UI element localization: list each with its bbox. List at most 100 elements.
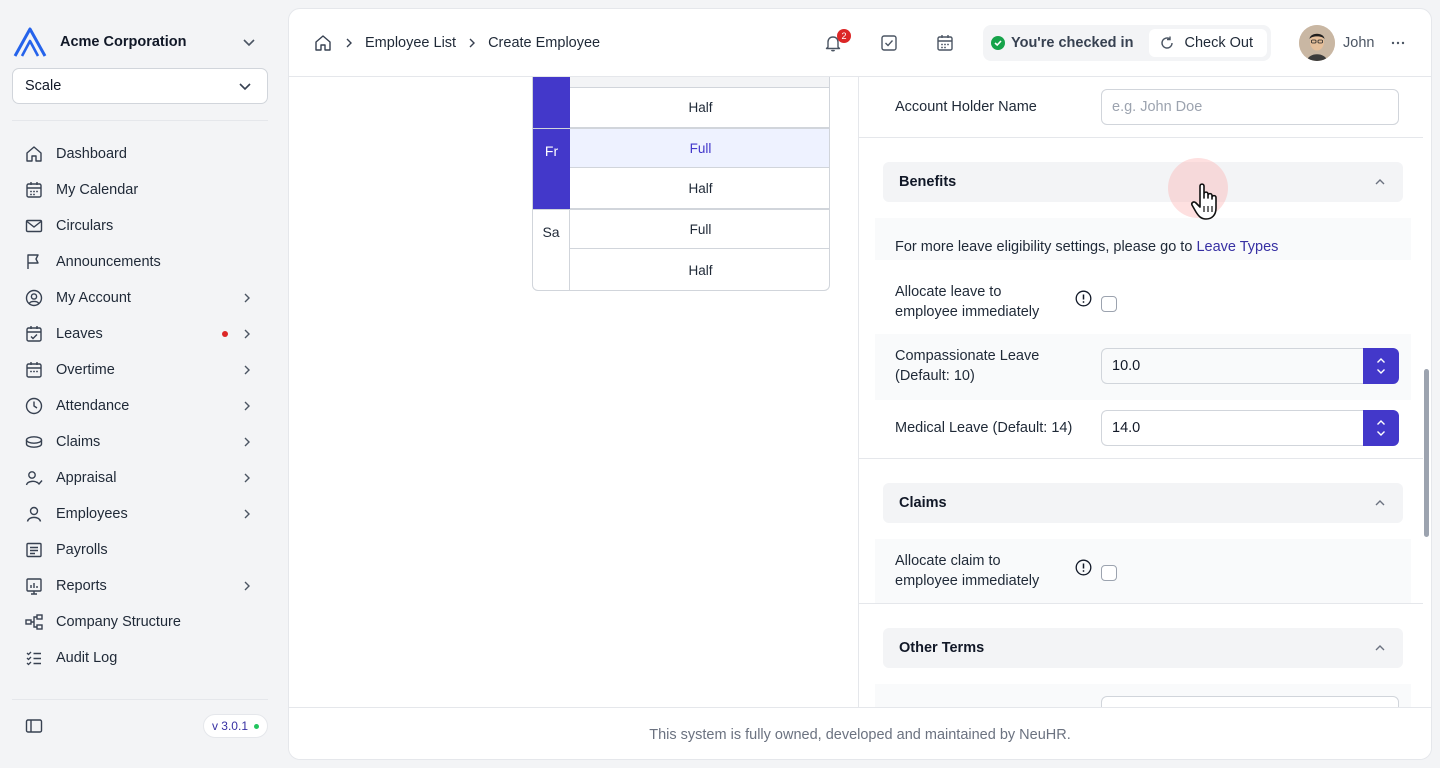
sidebar-item-label: Claims xyxy=(56,434,101,450)
schedule-slot[interactable]: Half xyxy=(570,169,829,209)
work-schedule-table: Half Fr Full Half Sa Full Half xyxy=(532,77,830,291)
leave-types-link[interactable]: Leave Types xyxy=(1196,239,1278,255)
compassionate-leave-stepper[interactable]: 10.0 xyxy=(1101,348,1399,384)
sidebar-item-dashboard[interactable]: Dashboard xyxy=(12,136,268,172)
divider xyxy=(859,137,1423,138)
sidebar-footer: v 3.0.1 xyxy=(12,708,268,744)
sidebar-item-employees[interactable]: Employees xyxy=(12,496,268,532)
schedule-slot[interactable]: Half xyxy=(570,250,829,290)
allocate-claim-checkbox[interactable] xyxy=(1101,565,1117,581)
version-label: v 3.0.1 xyxy=(211,719,248,733)
slot-label: Half xyxy=(688,100,713,115)
sidebar-divider xyxy=(12,120,268,121)
sidebar-item-payrolls[interactable]: Payrolls xyxy=(12,532,268,568)
chevron-down-icon[interactable] xyxy=(1376,430,1386,437)
user-icon xyxy=(26,506,42,522)
notification-dot xyxy=(222,331,228,337)
info-icon[interactable] xyxy=(1075,290,1092,307)
sidebar-item-appraisal[interactable]: Appraisal xyxy=(12,460,268,496)
account-holder-input[interactable] xyxy=(1101,89,1399,125)
chevron-right-icon xyxy=(244,329,250,339)
sidebar-item-label: Appraisal xyxy=(56,470,117,486)
confidentiality-notes-input[interactable] xyxy=(1101,696,1399,707)
hand-cursor-icon xyxy=(1190,183,1217,220)
more-horizontal-icon[interactable] xyxy=(1388,35,1408,51)
home-icon[interactable] xyxy=(313,33,333,53)
sidebar-item-my-calendar[interactable]: My Calendar xyxy=(12,172,268,208)
section-title: Claims xyxy=(899,495,947,511)
scale-select[interactable]: Scale xyxy=(12,68,268,104)
calendar-icon xyxy=(26,362,42,378)
sidebar-item-overtime[interactable]: Overtime xyxy=(12,352,268,388)
medical-leave-stepper[interactable]: 14.0 xyxy=(1101,410,1399,446)
sidebar-nav: Dashboard My Calendar Circulars Announce… xyxy=(12,136,268,676)
sidebar-item-leaves[interactable]: Leaves xyxy=(12,316,268,352)
sidebar-item-company-structure[interactable]: Company Structure xyxy=(12,604,268,640)
scrollbar[interactable] xyxy=(1424,369,1429,537)
calendar-icon[interactable] xyxy=(935,33,955,53)
sidebar-item-attendance[interactable]: Attendance xyxy=(12,388,268,424)
sidebar-item-announcements[interactable]: Announcements xyxy=(12,244,268,280)
chevron-right-icon xyxy=(346,38,352,48)
sidebar-item-label: Audit Log xyxy=(56,650,118,666)
sidebar: Acme Corporation Scale Dashboard My Cale… xyxy=(0,0,280,768)
check-out-button[interactable]: Check Out xyxy=(1148,29,1267,57)
compassionate-leave-value[interactable]: 10.0 xyxy=(1101,348,1363,384)
medical-leave-value[interactable]: 14.0 xyxy=(1101,410,1363,446)
sidebar-item-label: My Calendar xyxy=(56,182,139,198)
chevron-right-icon xyxy=(244,365,250,375)
sidebar-item-audit-log[interactable]: Audit Log xyxy=(12,640,268,676)
stepper-buttons[interactable] xyxy=(1363,410,1399,446)
chevron-down-icon[interactable] xyxy=(1376,368,1386,375)
claims-section-header[interactable]: Claims xyxy=(883,483,1403,523)
avatar xyxy=(1299,25,1335,61)
home-icon xyxy=(26,146,42,162)
benefits-section-header[interactable]: Benefits xyxy=(883,162,1403,202)
sidebar-item-label: Attendance xyxy=(56,398,130,414)
chevron-down-icon xyxy=(239,83,251,91)
stepper-buttons[interactable] xyxy=(1363,348,1399,384)
sidebar-item-my-account[interactable]: My Account xyxy=(12,280,268,316)
flag-icon xyxy=(27,254,39,269)
checkin-status: You're checked in xyxy=(991,35,1133,51)
sidebar-item-claims[interactable]: Claims xyxy=(12,424,268,460)
refresh-icon xyxy=(1160,36,1173,49)
user-circle-icon xyxy=(25,289,43,307)
chevron-up-icon[interactable] xyxy=(1376,419,1386,426)
leave-settings-info: For more leave eligibility settings, ple… xyxy=(895,239,1278,255)
check-circle-icon xyxy=(991,36,1005,50)
schedule-slot[interactable]: Full xyxy=(570,209,829,249)
sidebar-item-label: Leaves xyxy=(56,326,103,342)
org-name: Acme Corporation xyxy=(60,34,187,50)
schedule-slot[interactable]: Half xyxy=(570,88,829,128)
slot-label: Full xyxy=(689,221,712,237)
user-menu[interactable]: John xyxy=(1299,25,1408,61)
section-title: Benefits xyxy=(899,174,957,190)
footer: This system is fully owned, developed an… xyxy=(289,707,1431,759)
sidebar-item-label: Dashboard xyxy=(56,146,127,162)
task-check-icon[interactable] xyxy=(879,33,899,53)
sidebar-item-reports[interactable]: Reports xyxy=(12,568,268,604)
sidebar-toggle-icon[interactable] xyxy=(24,716,44,736)
info-text: For more leave eligibility settings, ple… xyxy=(895,239,1197,255)
day-cell xyxy=(533,77,570,128)
sidebar-item-label: Reports xyxy=(56,578,107,594)
info-icon[interactable] xyxy=(1075,559,1092,576)
sidebar-item-circulars[interactable]: Circulars xyxy=(12,208,268,244)
other-terms-section-header[interactable]: Other Terms xyxy=(883,628,1403,668)
breadcrumb-employee-list[interactable]: Employee List xyxy=(365,35,456,51)
allocate-leave-checkbox[interactable] xyxy=(1101,296,1117,312)
chevron-right-icon xyxy=(244,473,250,483)
chevron-down-icon xyxy=(243,39,255,47)
org-switcher[interactable]: Acme Corporation xyxy=(12,24,268,60)
slot-label: Half xyxy=(688,262,713,278)
scale-select-value: Scale xyxy=(25,78,62,94)
calendar-check-icon xyxy=(26,326,42,342)
chevron-up-icon[interactable] xyxy=(1376,357,1386,364)
hierarchy-icon xyxy=(25,614,43,630)
medical-leave-label: Medical Leave (Default: 14) xyxy=(895,420,1073,436)
chevron-up-icon xyxy=(1375,500,1385,506)
schedule-slot[interactable]: Full xyxy=(570,128,829,168)
employee-form-panel: Account Holder Name Benefits For more le… xyxy=(859,77,1423,707)
check-out-label: Check Out xyxy=(1184,35,1254,51)
